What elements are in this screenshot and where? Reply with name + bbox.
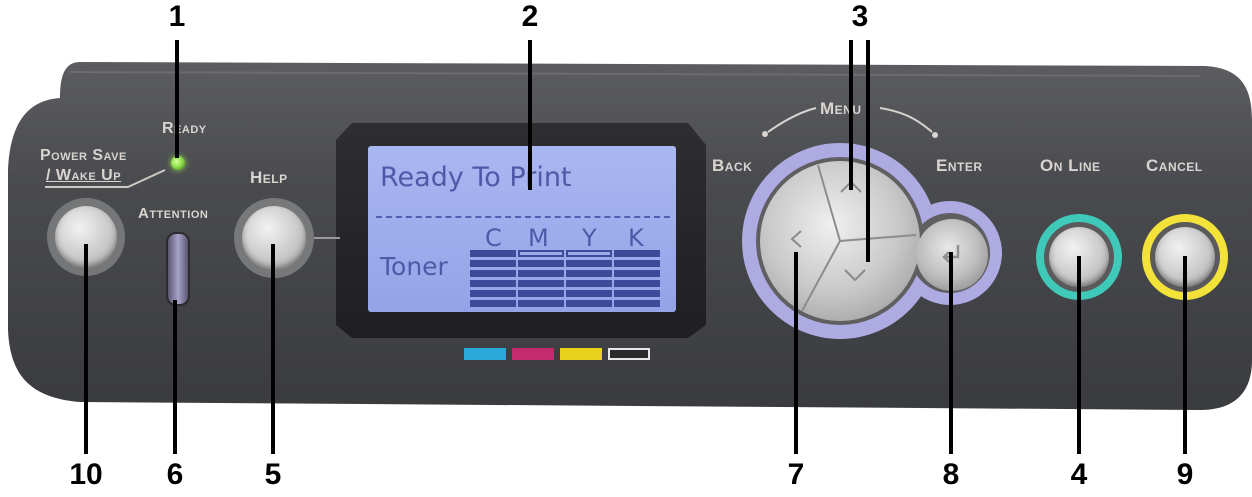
- magenta-swatch: [512, 348, 554, 360]
- ready-label: Ready: [162, 120, 207, 137]
- on-line-label: On Line: [1040, 156, 1101, 175]
- lcd-status-text: Ready To Print: [380, 162, 572, 193]
- help-label: Help: [250, 168, 288, 187]
- callout-line-2: [528, 40, 532, 190]
- toner-bar-m: [518, 250, 564, 314]
- callout-10: 10: [69, 458, 103, 491]
- wake-up-label: / Wake Up: [46, 167, 122, 184]
- callout-5: 5: [264, 458, 282, 491]
- callout-6: 6: [166, 458, 184, 491]
- cyan-swatch: [464, 348, 506, 360]
- callout-line-8: [949, 252, 953, 454]
- power-save-label: Power Save: [40, 147, 127, 164]
- attention-indicator: [166, 232, 190, 306]
- led-icon: [171, 156, 185, 170]
- yellow-swatch: [560, 348, 602, 360]
- callout-line-9: [1183, 256, 1187, 454]
- toner-channel-label: M: [528, 224, 549, 252]
- callout-7: 7: [787, 458, 805, 491]
- cancel-label: Cancel: [1146, 156, 1203, 175]
- toner-channel-label: K: [628, 224, 644, 252]
- attention-label: Attention: [138, 205, 209, 222]
- callout-line-10: [84, 244, 88, 454]
- callout-line-4: [1077, 256, 1081, 454]
- callout-line-7: [794, 252, 798, 454]
- callout-3: 3: [851, 0, 869, 33]
- toner-bar-c: [470, 250, 516, 314]
- callout-line-1: [175, 40, 179, 158]
- toner-channel-label: C: [485, 224, 502, 252]
- callout-4: 4: [1070, 458, 1088, 491]
- toner-channel-label: Y: [582, 224, 597, 252]
- callout-8: 8: [942, 458, 960, 491]
- callout-line-6: [173, 300, 177, 454]
- callout-line-3b: [866, 40, 870, 262]
- black-swatch: [608, 348, 650, 360]
- menu-label: Menu: [820, 99, 862, 118]
- toner-bar-y: [566, 250, 612, 314]
- callout-line-5: [271, 244, 275, 454]
- callout-1: 1: [168, 0, 186, 33]
- lcd-divider: [376, 216, 670, 218]
- left-arrow-icon: [790, 230, 802, 248]
- callout-9: 9: [1176, 458, 1194, 491]
- down-arrow-icon: [844, 269, 866, 282]
- toner-bar-k: [614, 250, 660, 314]
- callout-2: 2: [521, 0, 539, 33]
- callout-line-3a: [849, 40, 853, 190]
- lcd-screen: Ready To Print Toner C M Y K: [368, 146, 676, 312]
- lcd-toner-label: Toner: [380, 252, 448, 281]
